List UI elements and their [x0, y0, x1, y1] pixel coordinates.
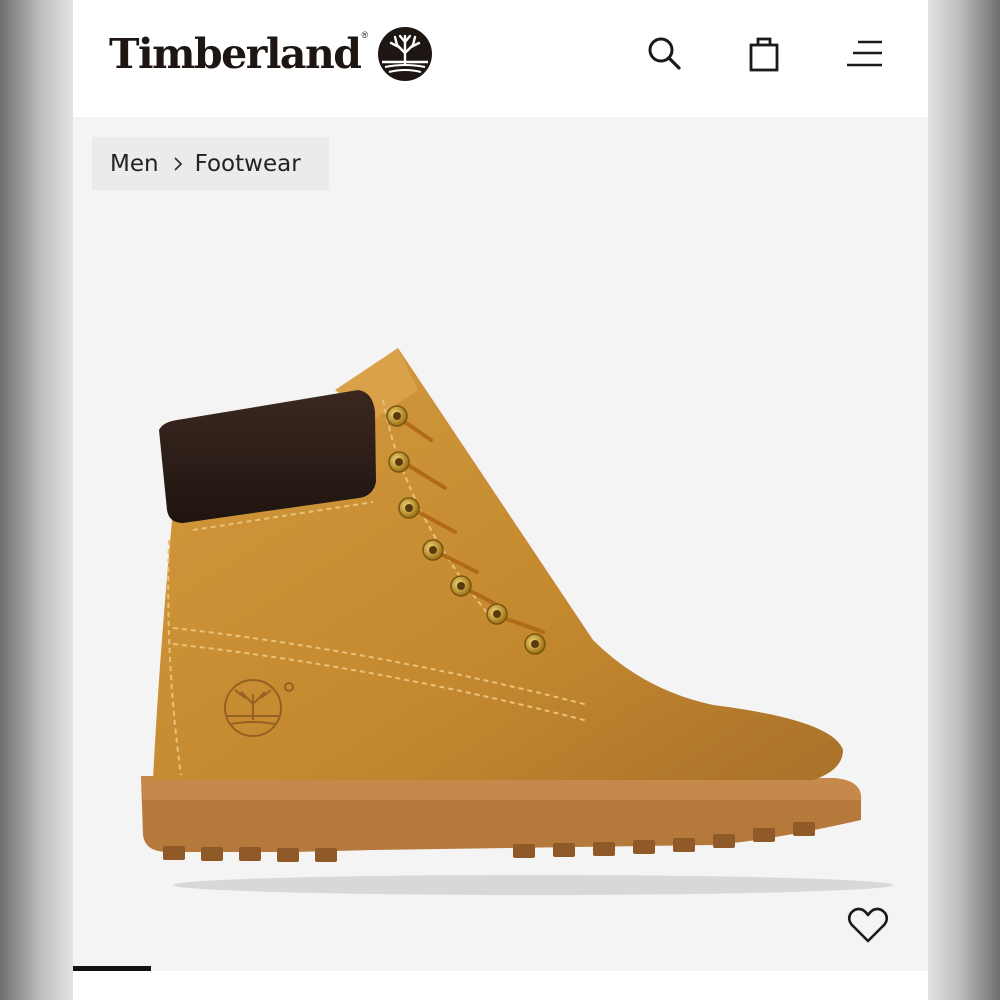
shopping-bag-button[interactable]: [744, 34, 784, 74]
menu-icon: [847, 40, 882, 67]
search-icon: [648, 37, 681, 70]
search-button[interactable]: [645, 34, 685, 74]
breadcrumb: Men Footwear: [92, 137, 329, 190]
page-bottom-strip: [73, 971, 928, 1000]
brand-wordmark: Timberland: [109, 30, 362, 78]
chevron-right-icon: [173, 156, 183, 172]
tree-logo-icon: [378, 27, 433, 81]
brand-logo[interactable]: Timberland ®: [109, 22, 434, 86]
heart-outline-icon: [847, 907, 889, 943]
shopping-bag-icon: [749, 37, 779, 72]
menu-button[interactable]: [844, 34, 884, 74]
registered-mark: ®: [361, 30, 369, 40]
product-image-boot[interactable]: [73, 240, 928, 900]
mobile-page: Timberland ® Men Footwear: [73, 0, 928, 1000]
breadcrumb-item-men[interactable]: Men: [110, 151, 159, 177]
breadcrumb-item-footwear[interactable]: Footwear: [195, 151, 301, 177]
site-header: Timberland ®: [73, 0, 928, 117]
wishlist-button[interactable]: [846, 903, 890, 947]
